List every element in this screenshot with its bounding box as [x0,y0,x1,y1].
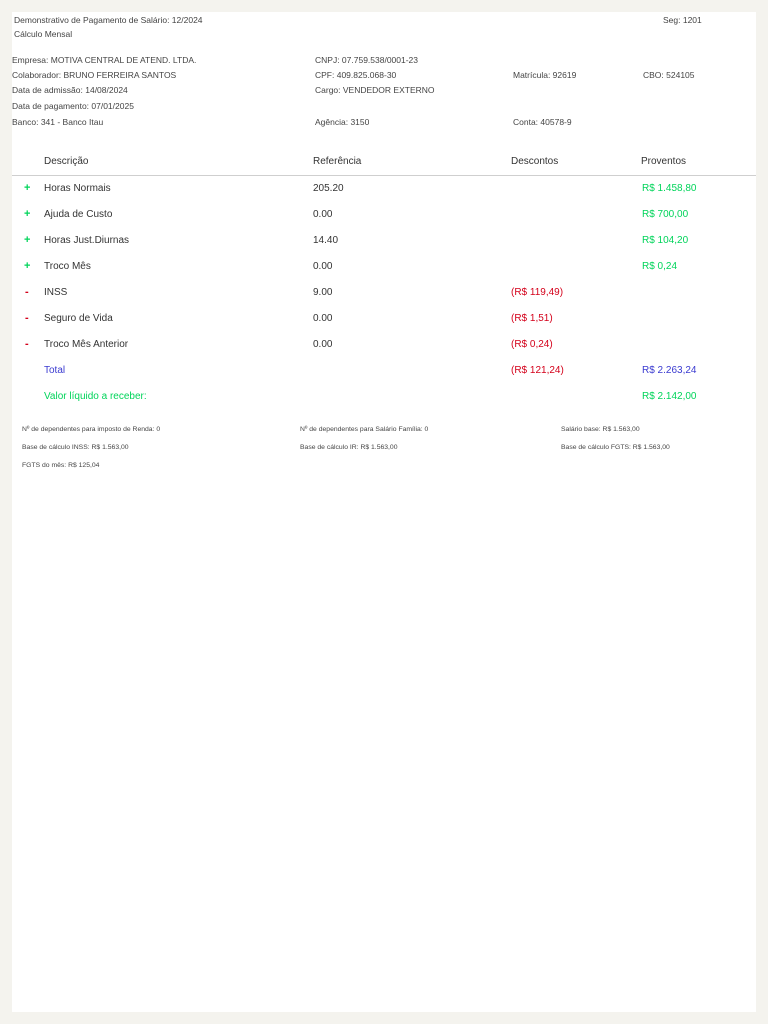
row-provento: R$ 700,00 [642,209,689,220]
admissao-label: Data de admissão: 14/08/2024 [12,85,128,95]
colaborador-label: Colaborador: BRUNO FERREIRA SANTOS [12,70,177,80]
row-reference: 0.00 [313,339,333,350]
row-reference: 14.40 [313,235,339,246]
table-header-divider [12,175,756,176]
salario-base: Salário base: R$ 1.563,00 [561,426,640,433]
header-descontos: Descontos [511,156,559,167]
row-description: Troco Mês [44,261,91,272]
row-description: Troco Mês Anterior [44,339,129,350]
cargo-label: Cargo: VENDEDOR EXTERNO [315,85,435,95]
row-sign: + [24,234,31,246]
total-descontos: (R$ 121,24) [511,365,564,376]
base-fgts: Base de cálculo FGTS: R$ 1.563,00 [561,444,670,451]
net-value-label: Valor líquido a receber: [44,391,147,402]
row-provento: R$ 0,24 [642,261,678,272]
header-proventos: Proventos [641,156,687,167]
banco-label: Banco: 341 - Banco Itau [12,117,104,127]
base-inss: Base de cálculo INSS: R$ 1.563,00 [22,444,129,451]
seg-number: Seg: 1201 [663,15,702,25]
base-ir: Base de cálculo IR: R$ 1.563,00 [300,444,398,451]
pagamento-label: Data de pagamento: 07/01/2025 [12,101,134,111]
row-provento: R$ 104,20 [642,235,689,246]
row-sign: + [24,208,31,220]
row-description: Seguro de Vida [44,313,113,324]
dependentes-ir: Nº de dependentes para imposto de Renda:… [22,426,161,433]
total-proventos: R$ 2.263,24 [642,365,697,376]
row-reference: 9.00 [313,287,333,298]
cbo-label: CBO: 524105 [643,70,695,80]
row-sign: - [25,312,29,324]
net-value-amount: R$ 2.142,00 [642,391,697,402]
row-description: INSS [44,287,68,298]
row-desconto: (R$ 1,51) [511,313,553,324]
row-reference: 0.00 [313,261,333,272]
row-sign: - [25,338,29,350]
row-sign: + [24,182,31,194]
row-sign: - [25,286,29,298]
matricula-label: Matrícula: 92619 [513,70,577,80]
row-description: Horas Normais [44,183,111,194]
fgts-mes: FGTS do mês: R$ 125,04 [22,462,100,469]
document-subtitle: Cálculo Mensal [14,29,73,39]
row-reference: 0.00 [313,209,333,220]
row-desconto: (R$ 119,49) [511,287,564,298]
cpf-label: CPF: 409.825.068-30 [315,70,397,80]
row-reference: 205.20 [313,183,344,194]
agencia-label: Agência: 3150 [315,117,370,127]
total-label: Total [44,365,66,376]
row-description: Horas Just.Diurnas [44,235,130,246]
empresa-label: Empresa: MOTIVA CENTRAL DE ATEND. LTDA. [12,55,197,65]
row-reference: 0.00 [313,313,333,324]
document-title: Demonstrativo de Pagamento de Salário: 1… [14,15,203,25]
payslip-page: Demonstrativo de Pagamento de Salário: 1… [12,12,756,1012]
row-description: Ajuda de Custo [44,209,113,220]
header-descricao: Descrição [44,156,89,167]
row-provento: R$ 1.458,80 [642,183,697,194]
conta-label: Conta: 40578-9 [513,117,572,127]
dependentes-sf: Nº de dependentes para Salário Família: … [300,426,429,433]
row-desconto: (R$ 0,24) [511,339,553,350]
header-referencia: Referência [313,156,362,167]
cnpj-label: CNPJ: 07.759.538/0001-23 [315,55,419,65]
row-sign: + [24,260,31,272]
